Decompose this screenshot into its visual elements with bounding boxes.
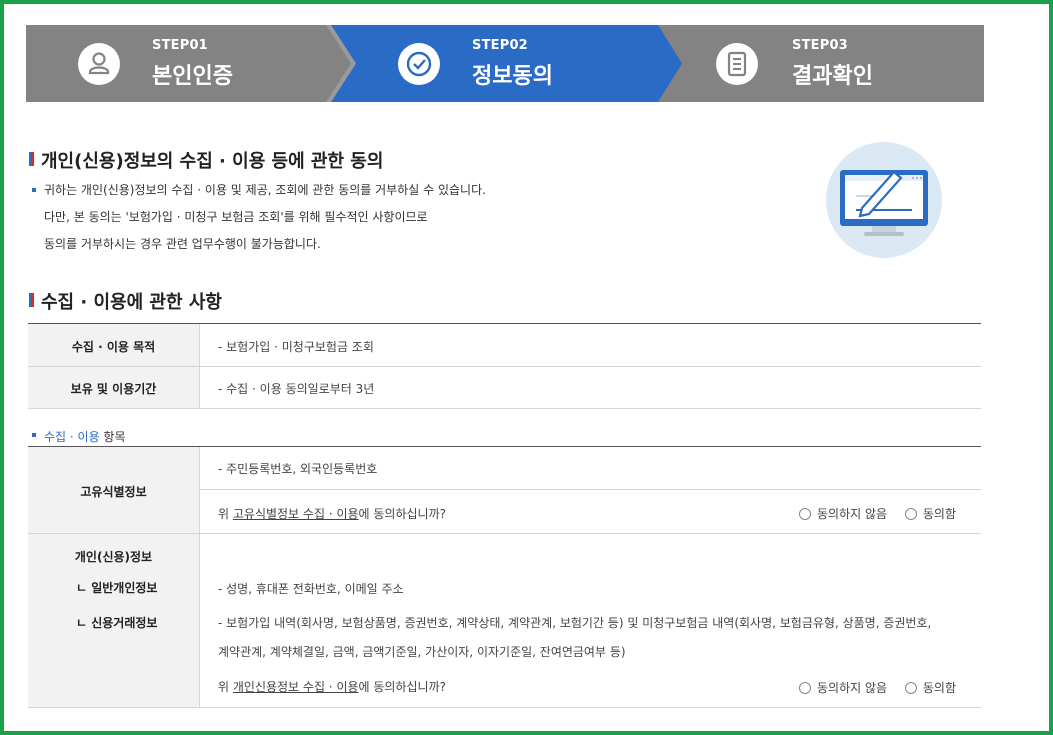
step-progress-bar: STEP01 본인인증 STEP02 정보동의 STEP03 결과확인 [26,25,984,102]
unique-id-question: 위 고유식별정보 수집 · 이용에 동의하십니까? [218,505,446,522]
table-top-border [28,446,981,447]
unique-id-consent-link[interactable]: 고유식별정보 수집 · 이용 [233,507,359,521]
column-divider [199,447,200,707]
personal-credit-question: 위 개인신용정보 수집 · 이용에 동의하십니까? [218,678,446,695]
credit-transaction-label: ㄴ 신용거래정보 [76,616,158,630]
table-bottom-border [28,707,981,708]
unique-id-consent-options: 동의하지 않음 동의함 [799,505,956,522]
step-3-number: STEP03 [792,38,848,53]
row-divider [28,366,981,367]
bullet-icon [32,433,36,437]
items-heading-highlight: 수집 · 이용 [44,430,100,444]
row-divider [28,533,981,534]
unique-id-label: 고유식별정보 [80,485,147,499]
step-3-name: 결과확인 [792,64,873,89]
unique-id-disagree-option[interactable]: 동의하지 않음 [799,507,887,521]
period-label: 보유 및 이용기간 [70,382,157,396]
personal-credit-consent-options: 동의하지 않음 동의함 [799,679,956,696]
items-heading: 수집 · 이용 항목 [44,428,126,445]
step-1-name: 본인인증 [152,64,233,89]
bullet-icon [32,188,36,192]
radio-icon[interactable] [799,682,811,694]
step-1-number: STEP01 [152,38,208,53]
check-circle-icon [398,43,440,85]
radio-icon[interactable] [904,682,917,694]
collection-section-title: 수집 · 이용에 관한 사항 [41,292,222,313]
document-icon [716,43,758,85]
consent-desc-line-1: 귀하는 개인(신용)정보의 수집 · 이용 및 제공, 조회에 관한 동의를 거… [44,183,486,197]
consent-section-title: 개인(신용)정보의 수집 · 이용 등에 관한 동의 [41,151,384,172]
general-personal-label: ㄴ 일반개인정보 [76,581,158,595]
step-2-name: 정보동의 [472,64,553,89]
table-top-border [28,323,981,324]
question-prefix: 위 [218,680,233,694]
section-marker-icon [29,293,34,307]
agree-label: 동의함 [922,507,957,521]
user-icon [78,43,120,85]
purpose-value: - 보험가입 · 미청구보험금 조회 [218,340,374,354]
computer-monitor-pen-icon [826,142,942,258]
row-divider [28,408,981,409]
period-value: - 수집 · 이용 동의일로부터 3년 [218,382,375,396]
personal-credit-consent-link[interactable]: 개인신용정보 수집 · 이용 [233,680,359,694]
question-suffix: 에 동의하십니까? [358,680,446,694]
personal-credit-label: 개인(신용)정보 [74,550,153,564]
section-marker-icon [29,152,34,166]
question-prefix: 위 [218,507,233,521]
agree-label: 동의함 [922,681,957,695]
personal-credit-agree-option[interactable]: 동의함 [904,681,957,695]
radio-icon[interactable] [799,508,811,520]
purpose-label: 수집 · 이용 목적 [71,340,156,354]
question-suffix: 에 동의하십니까? [358,507,446,521]
step-2-number: STEP02 [472,38,528,53]
row-divider [199,489,981,490]
unique-id-agree-option[interactable]: 동의함 [904,507,957,521]
radio-icon[interactable] [904,508,917,520]
credit-transaction-value-line-1: - 보험가입 내역(회사명, 보험상품명, 증권번호, 계약상태, 계약관계, … [218,616,932,630]
personal-credit-disagree-option[interactable]: 동의하지 않음 [799,681,887,695]
general-personal-value: - 성명, 휴대폰 전화번호, 이메일 주소 [218,582,404,596]
credit-transaction-value-line-2: 계약관계, 계약체결일, 금액, 금액기준일, 가산이자, 이자기준일, 잔여연… [218,645,626,659]
consent-desc-line-3: 동의를 거부하시는 경우 관련 업무수행이 불가능합니다. [44,237,321,251]
unique-id-value: - 주민등록번호, 외국인등록번호 [218,462,378,476]
consent-desc-line-2: 다만, 본 동의는 '보험가입 · 미청구 보험금 조회'를 위해 필수적인 사… [44,210,428,224]
disagree-label: 동의하지 않음 [817,681,888,695]
items-heading-suffix: 항목 [99,430,126,444]
disagree-label: 동의하지 않음 [817,507,888,521]
